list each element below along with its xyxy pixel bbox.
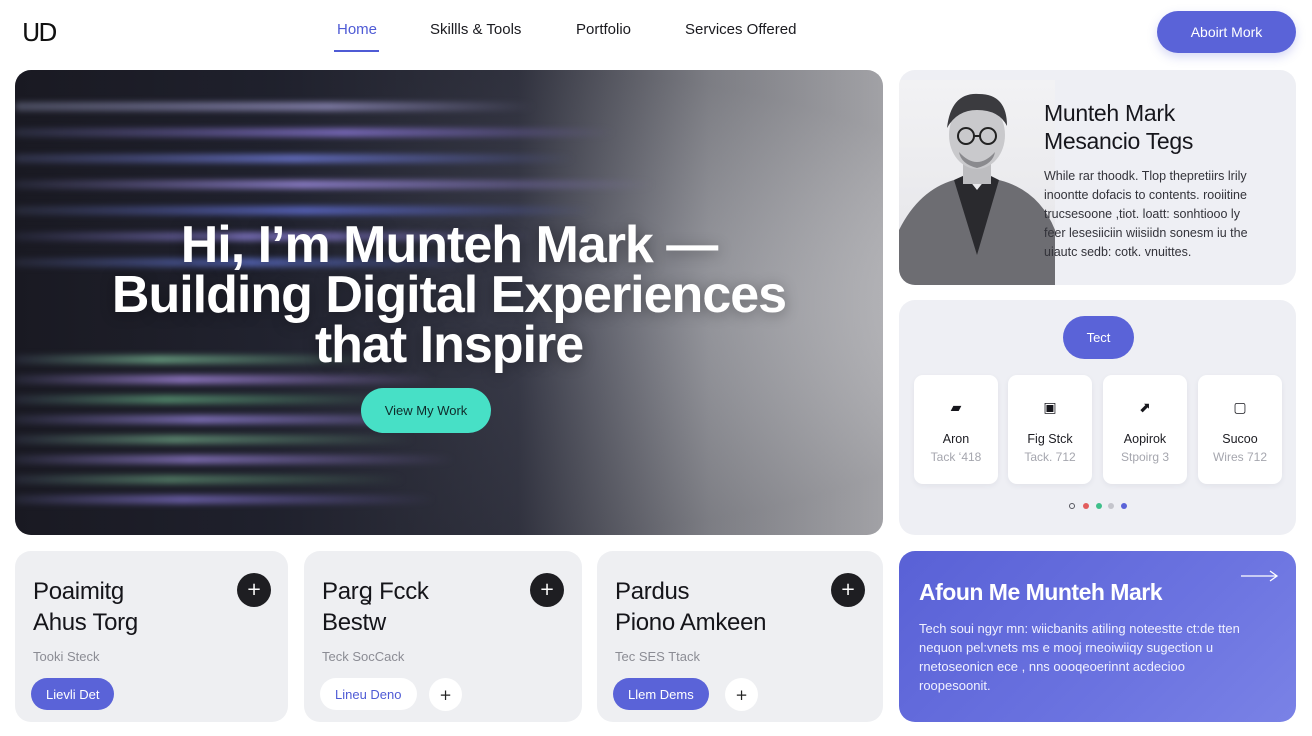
about-text: Tech soui ngyr mn: wiicbanits atiling no… (919, 619, 1279, 695)
about-title: Afoun Me Munteh Mark (919, 579, 1163, 605)
project-title: Poaimitg Ahus Torg (33, 576, 138, 638)
bio-line: While rar thoodk. Tlop thepretiirs lrily (1044, 169, 1247, 183)
tech-tile[interactable]: ▢ Sucoo Wires 712 (1198, 375, 1282, 484)
diagonal-icon: ⬈ (1139, 399, 1151, 415)
nav-portfolio[interactable]: Portfolio (576, 21, 631, 50)
bio-line: uiautc sedb: cotk. vnuittes. (1044, 245, 1192, 259)
view-my-work-button[interactable]: View My Work (361, 388, 491, 433)
project-title-line: Pardus (615, 578, 690, 605)
about-text-line: nequon pel:vnets ms e mooj rneoiwiiqy su… (919, 640, 1214, 655)
tech-tile-sub: Wires 712 (1212, 450, 1268, 464)
tech-tile[interactable]: ▣ Fig Stck Tack. 712 (1008, 375, 1092, 484)
frame-icon: ▢ (1233, 399, 1247, 415)
project-title: Parꬶ Fcck Bestw (322, 576, 429, 638)
carousel-dot[interactable] (1069, 503, 1075, 509)
document-icon: ▣ (1043, 399, 1057, 415)
project-title: Pardus Piono Amkeen (615, 576, 766, 638)
project-stack-label: Teck SocCack (322, 649, 405, 664)
tech-tile-name: Aopirok (1123, 432, 1167, 446)
arrow-right-icon[interactable] (1240, 569, 1280, 583)
profile-name: Munteh Mark Mesancio Tegs (1044, 99, 1193, 155)
plus-icon[interactable]: + (831, 573, 865, 607)
project-card[interactable]: Pardus Piono Amkeen + Tec SES Ttack Llem… (597, 551, 883, 722)
project-title-line: Parꬶ Fcck (322, 578, 429, 605)
nav-active-underline (334, 50, 379, 52)
bio-line: inoontte dofacis to contents. rooiitine (1044, 188, 1247, 202)
tech-tile-sub: Stpoirg 3 (1120, 450, 1170, 464)
carousel-dot[interactable] (1096, 503, 1102, 509)
tech-tile-name: Aron (942, 432, 970, 446)
carousel-dot[interactable] (1108, 503, 1114, 509)
project-title-line: Ahus Torg (33, 609, 138, 636)
carousel-dot[interactable] (1121, 503, 1127, 509)
profile-role-line: Mesancio Tegs (1044, 128, 1194, 154)
project-demo-button[interactable]: Lineu Deno (320, 678, 417, 710)
bio-line: feer lesesiiciin wiisiidn sonesm iu the (1044, 226, 1248, 240)
tech-tile-sub: Tack ʻ418 (930, 450, 982, 464)
about-mark-button[interactable]: Aboirt Mork (1157, 11, 1296, 53)
project-card[interactable]: Parꬶ Fcck Bestw + Teck SocCack Lineu Den… (304, 551, 582, 722)
tech-tile-name: Fig Stck (1027, 432, 1073, 446)
about-text-line: roopesoonit. (919, 678, 991, 693)
profile-name-line: Munteh Mark (1044, 100, 1175, 126)
about-text-line: rnetoseonicn ece , nns oooqeoerinnt acde… (919, 659, 1185, 674)
project-title-line: Piono Amkeen (615, 609, 767, 636)
hero-title-line: Hi, I’m Munteh Mark — (180, 216, 719, 274)
about-me-card[interactable]: Afoun Me Munteh Mark Tech soui ngyr mn: … (899, 551, 1296, 722)
stack-icon: ▰ (950, 399, 962, 415)
carousel-dot[interactable] (1083, 503, 1089, 509)
project-card[interactable]: Poaimitg Ahus Torg + Tooki Steck Lievli … (15, 551, 288, 722)
about-text-line: Tech soui ngyr mn: wiicbanits atiling no… (919, 621, 1240, 636)
nav-services[interactable]: Services Offered (685, 21, 796, 50)
project-stack-label: Tec SES Ttack (615, 649, 701, 664)
tech-tile[interactable]: ⬈ Aopirok Stpoirg 3 (1103, 375, 1187, 484)
hero-title-line: Building Digital Experiences (111, 266, 787, 324)
project-title-line: Poaimitg (33, 578, 124, 605)
nav-home[interactable]: Home (337, 21, 377, 50)
top-nav: Home Skillls & Tools Portfolio Services … (0, 21, 1312, 55)
nav-skills-tools[interactable]: Skillls & Tools (430, 21, 521, 50)
tech-tile[interactable]: ▰ Aron Tack ʻ418 (914, 375, 998, 484)
project-stack-label: Tooki Steck (33, 649, 100, 664)
profile-portrait (899, 80, 1055, 285)
plus-icon[interactable]: + (429, 678, 462, 711)
hero-title: Hi, I’m Munteh Mark — Building Digital E… (15, 216, 883, 374)
tech-tag-button[interactable]: Tect (1063, 316, 1134, 359)
project-demo-button[interactable]: Lievli Det (31, 678, 115, 710)
bio-line: trucsesoone ,tiot. loatt: sonhtiooo ly (1044, 207, 1240, 221)
tech-tile-name: Sucoo (1222, 432, 1258, 446)
project-demo-button[interactable]: Llem Dems (613, 678, 709, 710)
tech-tile-sub: Tack. 712 (1024, 450, 1076, 464)
project-title-line: Bestw (322, 609, 386, 636)
plus-icon[interactable]: + (237, 573, 271, 607)
tech-stack-card: Tect ▰ Aron Tack ʻ418 ▣ Fig Stck Tack. 7… (899, 300, 1296, 535)
hero-title-line: that Inspire (314, 316, 584, 374)
plus-icon[interactable]: + (725, 678, 758, 711)
plus-icon[interactable]: + (530, 573, 564, 607)
profile-card: Munteh Mark Mesancio Tegs While rar thoo… (899, 70, 1296, 285)
profile-bio: While rar thoodk. Tlop thepretiirs lrily… (1044, 167, 1279, 262)
hero-banner: Hi, I’m Munteh Mark — Building Digital E… (15, 70, 883, 535)
